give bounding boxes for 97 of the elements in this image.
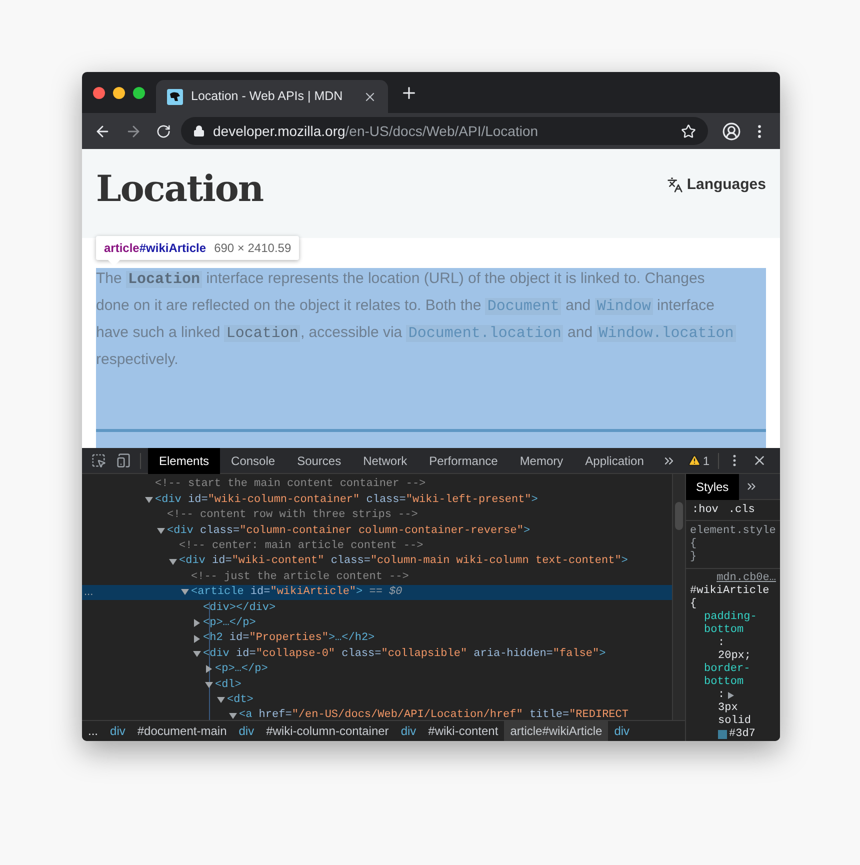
dom-row[interactable]: <!-- just the article content --> [82, 569, 672, 585]
stylesheet-link[interactable]: mdn.cb0e… [690, 572, 776, 585]
style-filter-button[interactable]: :hov [692, 502, 718, 518]
devtools-tab[interactable]: Network [352, 448, 418, 474]
html-tag: <div class="column-container column-container-reverse"> [167, 522, 530, 540]
reload-icon[interactable] [156, 124, 171, 138]
dom-row[interactable]: <div></div> [82, 600, 672, 616]
dom-row[interactable]: <div id="wiki-content" class="column-main wiki-column text-content"> [82, 554, 672, 570]
css-value: 3px solid [718, 702, 752, 728]
url-text: developer.mozilla.org/en-US/docs/Web/API/Location [213, 122, 540, 141]
breadcrumb[interactable]: #wiki-content [422, 720, 504, 741]
css-colon: : [718, 637, 725, 650]
expanded-triangle-icon[interactable] [157, 526, 165, 535]
html-comment: <!-- just the article content --> [191, 570, 409, 585]
html-tag: <p>…</p> [215, 661, 268, 678]
dom-row[interactable]: <!-- content row with three strips --> [82, 508, 672, 524]
dom-row[interactable]: <div id="wiki-column-container" class="wiki-left-present"> [82, 492, 672, 508]
devtools-tab[interactable]: Sources [286, 448, 352, 474]
css-property: padding-bottom [704, 611, 758, 637]
html-tag: <div id="collapse-0" class="collapsible" aria-hidden="false"> [203, 646, 606, 662]
html-tag: <div id="wiki-column-container" class="wiki-left-present"> [155, 492, 538, 508]
profile-icon[interactable] [722, 122, 741, 140]
address-bar[interactable]: developer.mozilla.org/en-US/docs/Web/API/Location [181, 117, 708, 145]
breadcrumb[interactable]: div [104, 720, 132, 741]
devtools-tab[interactable]: Performance [418, 448, 509, 474]
more-tabs-icon[interactable] [744, 480, 758, 493]
dom-row[interactable]: <!-- start the main content container --> [82, 477, 672, 492]
collapsed-triangle-icon[interactable] [193, 634, 201, 643]
html-tag: <article id="wikiArticle"> == $0 [191, 584, 402, 601]
devtools-tab[interactable]: Memory [508, 448, 574, 474]
styles-tab[interactable]: Styles [686, 474, 739, 500]
html-comment: <!-- center: main article content --> [179, 539, 424, 554]
css-colon: : [718, 689, 725, 702]
languages-link[interactable]: Languages [686, 174, 766, 196]
dom-row[interactable]: <div id="collapse-0" class="collapsible" aria-hidden="false"> [82, 646, 672, 662]
breadcrumb[interactable]: #wiki-column-container [260, 720, 395, 741]
html-tag: <dt> [227, 692, 254, 708]
collapsed-triangle-icon[interactable] [193, 619, 201, 628]
dom-row[interactable]: <a href="/en-US/docs/Web/API/Location/href" title="REDIRECT [82, 708, 672, 720]
css-value: #3d7 [729, 728, 756, 741]
css-value: 20px; [718, 650, 752, 663]
expanded-triangle-icon[interactable] [169, 558, 177, 566]
favicon-icon [167, 88, 183, 104]
dom-row[interactable]: <p>…</p> [82, 662, 672, 678]
tooltip-selector: article#wikiArticle [104, 240, 206, 257]
color-swatch[interactable] [718, 730, 727, 739]
expanded-triangle-icon[interactable] [229, 712, 237, 720]
html-tag: <h2 id="Properties">…</h2> [203, 630, 375, 647]
warning-icon[interactable] [688, 454, 701, 467]
breadcrumb[interactable]: article#wikiArticle [504, 720, 608, 741]
devtools-tab[interactable]: Elements [148, 448, 220, 474]
expand-triangle-icon[interactable] [728, 692, 734, 699]
style-filter-button[interactable]: .cls [728, 502, 755, 518]
style-brace: } [690, 551, 698, 564]
dom-row[interactable]: <p>…</p> [82, 616, 672, 631]
page-heading: Location [96, 167, 264, 211]
expanded-triangle-icon[interactable] [145, 496, 153, 504]
dom-row[interactable]: <div class="column-container column-container-reverse"> [82, 523, 672, 539]
languages-icon [666, 177, 683, 194]
html-tag: <dl> [215, 676, 242, 694]
expanded-triangle-icon[interactable] [181, 588, 189, 596]
warning-count: 1 [702, 452, 710, 470]
tooltip-size: 690 × 2410.59 [214, 240, 292, 257]
devtools-tab[interactable]: Application [574, 448, 655, 474]
inspect-icon[interactable] [91, 453, 106, 468]
dom-row[interactable]: <h2 id="Properties">…</h2> [82, 630, 672, 646]
html-tag: <p>…</p> [203, 614, 256, 632]
html-tag: <div id="wiki-content" class="column-main wiki-column text-content"> [179, 553, 628, 570]
expanded-triangle-icon[interactable] [193, 650, 201, 658]
breadcrumb[interactable]: div [608, 720, 636, 741]
html-comment: <!-- start the main content container --> [155, 477, 426, 492]
css-property: border-bottom [704, 663, 752, 689]
row-marker: ... [84, 586, 94, 598]
scrollbar[interactable] [672, 474, 685, 720]
devtools-tab[interactable]: Console [220, 448, 286, 474]
bookmark-star-icon[interactable] [681, 124, 696, 138]
browser-tab[interactable]: Location - Web APIs | MDN [156, 80, 388, 113]
dom-row[interactable]: <dt> [82, 692, 672, 708]
breadcrumb[interactable]: ... [82, 720, 104, 741]
dom-row[interactable]: ... <article id="wikiArticle"> == $0 [82, 584, 672, 600]
style-selector: #wikiArticle { [690, 585, 770, 611]
intro-paragraph: The Location interface represents the location (URL) of the object it is linked to. Changes done on it are reflected on the object it relates to. Both the Document and Window interface have such a linked Location, accessible via Document.location and Window.location respectively. [96, 269, 737, 370]
collapsed-triangle-icon[interactable] [205, 665, 213, 674]
expanded-triangle-icon[interactable] [217, 696, 225, 704]
device-toggle-icon[interactable] [116, 453, 131, 468]
breadcrumb[interactable]: div [394, 720, 422, 741]
style-selector: element.style { [690, 525, 776, 551]
expanded-triangle-icon[interactable] [205, 680, 213, 689]
lock-icon [193, 125, 205, 137]
dom-row[interactable]: <dl> [82, 677, 672, 692]
html-tag: <div></div> [203, 600, 276, 616]
dom-row[interactable]: <!-- center: main article content --> [82, 538, 672, 554]
tab-title: Location - Web APIs | MDN [191, 88, 344, 106]
html-comment: <!-- content row with three strips --> [167, 508, 418, 524]
breadcrumb[interactable]: #document-main [131, 720, 233, 741]
breadcrumb[interactable]: div [232, 720, 260, 741]
html-tag: <a href="/en-US/docs/Web/API/Location/href" title="REDIRECT [239, 707, 628, 720]
